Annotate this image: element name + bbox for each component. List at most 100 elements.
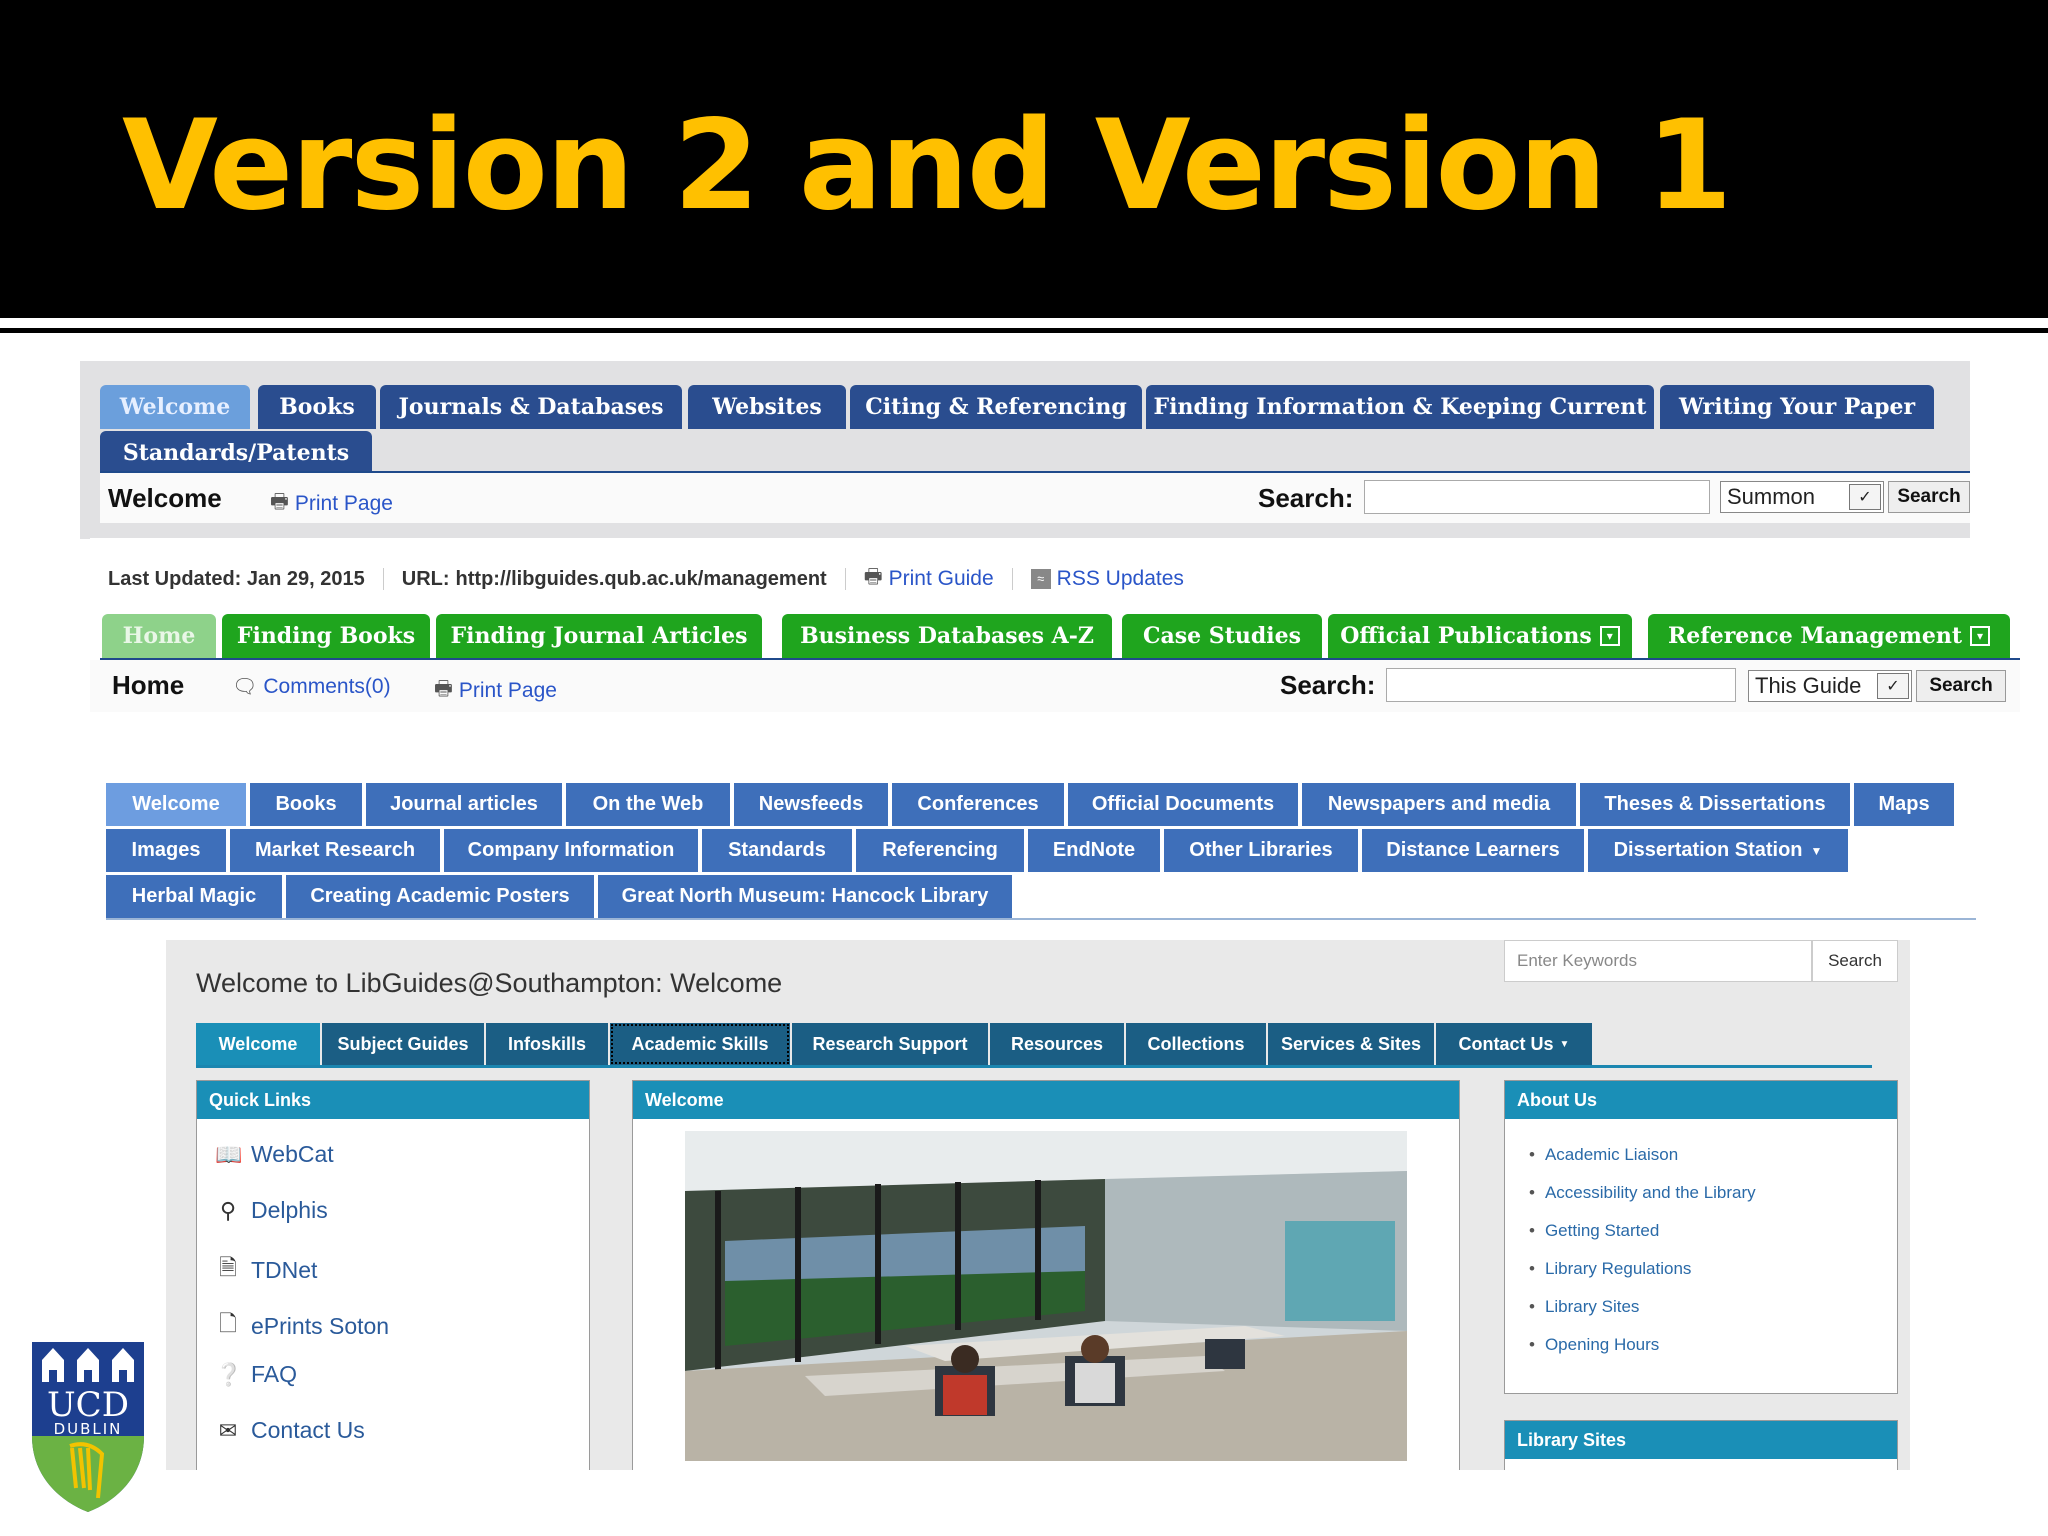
quick-link-webcat[interactable]: 📖 WebCat	[215, 1141, 334, 1168]
print-guide-link[interactable]: 🖶 Print Guide	[864, 562, 994, 596]
tab-official-publications-label: Official Publications	[1340, 623, 1592, 649]
tab-books[interactable]: Books	[258, 385, 376, 429]
dropdown-icon: ▾	[1599, 626, 1620, 646]
quick-link-contact-us[interactable]: ✉ Contact Us	[215, 1417, 365, 1444]
divider	[844, 568, 846, 590]
tab-standards-patents[interactable]: Standards/Patents	[100, 431, 372, 475]
keyword-search-input[interactable]: Enter Keywords	[1504, 940, 1812, 982]
caret-down-icon: ▼	[1810, 843, 1823, 858]
quick-link-tdnet[interactable]: 🗎 TDNet	[215, 1251, 317, 1289]
tab-journal-articles[interactable]: Journal articles	[366, 783, 562, 826]
tab-case-studies[interactable]: Case Studies	[1122, 614, 1322, 658]
tab-business-databases[interactable]: Business Databases A-Z	[782, 614, 1112, 658]
search-button[interactable]: Search	[1888, 481, 1970, 513]
quick-link-eprints[interactable]: 🗋 ePrints Soton	[215, 1307, 389, 1345]
about-link-opening-hours[interactable]: • Opening Hours	[1529, 1335, 1659, 1355]
tab-welcome[interactable]: Welcome	[106, 783, 246, 826]
quick-link-label: Contact Us	[251, 1417, 365, 1443]
rss-icon: ≈	[1030, 569, 1051, 589]
panel-heading: About Us	[1505, 1081, 1897, 1119]
tab-books[interactable]: Books	[250, 783, 362, 826]
tab-endnote[interactable]: EndNote	[1028, 829, 1160, 872]
tab-websites[interactable]: Websites	[688, 385, 846, 429]
tab-creating-academic-posters[interactable]: Creating Academic Posters	[286, 875, 594, 918]
bullet: •	[1529, 1335, 1535, 1354]
comments-link[interactable]: 🗨 Comments(0)	[232, 674, 391, 699]
about-link-academic-liaison[interactable]: • Academic Liaison	[1529, 1145, 1678, 1165]
tab-research-support[interactable]: Research Support	[792, 1023, 988, 1065]
tab-theses-dissertations[interactable]: Theses & Dissertations	[1580, 783, 1850, 826]
tab-welcome[interactable]: Welcome	[196, 1023, 320, 1065]
bullet: •	[1529, 1145, 1535, 1164]
tab-underline	[106, 918, 1976, 920]
tab-finding-books[interactable]: Finding Books	[222, 614, 430, 658]
last-updated: Last Updated: Jan 29, 2015	[108, 567, 365, 590]
tab-company-information[interactable]: Company Information	[444, 829, 698, 872]
tab-subject-guides[interactable]: Subject Guides	[322, 1023, 484, 1065]
print-page-label: Print Page	[458, 679, 557, 702]
tab-newsfeeds[interactable]: Newsfeeds	[734, 783, 888, 826]
tab-official-documents[interactable]: Official Documents	[1068, 783, 1298, 826]
comments-label: Comments(0)	[263, 674, 391, 698]
print-page-label: Print Page	[294, 492, 393, 515]
tab-journals-databases[interactable]: Journals & Databases	[380, 385, 682, 429]
tab-resources[interactable]: Resources	[990, 1023, 1124, 1065]
tab-services-sites[interactable]: Services & Sites	[1268, 1023, 1434, 1065]
about-link-label: Academic Liaison	[1544, 1145, 1679, 1164]
about-link-getting-started[interactable]: • Getting Started	[1529, 1221, 1659, 1241]
bullet: •	[1529, 1221, 1535, 1240]
tab-academic-skills[interactable]: Academic Skills	[610, 1023, 790, 1065]
tab-collections[interactable]: Collections	[1126, 1023, 1266, 1065]
quick-link-label: Delphis	[251, 1197, 328, 1223]
quick-link-label: WebCat	[251, 1141, 334, 1167]
url-value: http://libguides.qub.ac.uk/management	[455, 567, 827, 590]
page-title: Welcome	[108, 483, 222, 513]
tab-market-research[interactable]: Market Research	[230, 829, 440, 872]
tab-official-publications[interactable]: Official Publications ▾	[1328, 614, 1632, 658]
tab-referencing[interactable]: Referencing	[856, 829, 1024, 872]
tab-maps[interactable]: Maps	[1854, 783, 1954, 826]
tab-home[interactable]: Home	[102, 614, 216, 658]
bullet: •	[1529, 1259, 1535, 1278]
search-input[interactable]	[1386, 668, 1736, 702]
about-link-library-sites[interactable]: • Library Sites	[1529, 1297, 1639, 1317]
print-page-link[interactable]: 🖶 Print Page	[270, 487, 393, 521]
tab-dissertation-station[interactable]: Dissertation Station ▼	[1588, 829, 1848, 872]
tab-welcome[interactable]: Welcome	[100, 385, 250, 429]
printer-icon: 🖶	[434, 678, 453, 700]
tab-images[interactable]: Images	[106, 829, 226, 872]
tab-great-north-museum[interactable]: Great North Museum: Hancock Library	[598, 875, 1012, 918]
rss-updates-link[interactable]: ≈ RSS Updates	[1030, 567, 1184, 591]
tab-on-the-web[interactable]: On the Web	[566, 783, 730, 826]
search-scope-select[interactable]: Summon ✓	[1720, 481, 1884, 513]
search-button[interactable]: Search	[1812, 940, 1898, 982]
search-scope-select[interactable]: This Guide ✓	[1748, 670, 1912, 702]
comment-icon: 🗨	[232, 676, 258, 698]
search-label: Search:	[1280, 670, 1376, 700]
tab-finding-information[interactable]: Finding Information & Keeping Current	[1146, 385, 1654, 429]
tab-conferences[interactable]: Conferences	[892, 783, 1064, 826]
url-label: URL:	[401, 567, 450, 590]
tab-underline	[196, 1065, 1872, 1068]
tab-standards[interactable]: Standards	[702, 829, 852, 872]
quick-link-faq[interactable]: ❔ FAQ	[215, 1361, 297, 1388]
tab-writing-your-paper[interactable]: Writing Your Paper	[1660, 385, 1934, 429]
about-link-library-regulations[interactable]: • Library Regulations	[1529, 1259, 1691, 1279]
tab-finding-journal-articles[interactable]: Finding Journal Articles	[436, 614, 762, 658]
quick-link-delphis[interactable]: ⚲ Delphis	[215, 1197, 328, 1224]
search-input[interactable]	[1364, 480, 1710, 514]
about-link-label: Accessibility and the Library	[1544, 1183, 1756, 1202]
tab-contact-us[interactable]: Contact Us ▼	[1436, 1023, 1592, 1065]
about-link-accessibility[interactable]: • Accessibility and the Library	[1529, 1183, 1756, 1203]
tab-newspapers-media[interactable]: Newspapers and media	[1302, 783, 1576, 826]
printer-icon: 🖶	[863, 566, 883, 588]
tab-other-libraries[interactable]: Other Libraries	[1164, 829, 1358, 872]
tab-herbal-magic[interactable]: Herbal Magic	[106, 875, 282, 918]
tab-infoskills[interactable]: Infoskills	[486, 1023, 608, 1065]
print-page-link[interactable]: 🖶 Print Page	[434, 674, 557, 708]
search-button[interactable]: Search	[1916, 670, 2006, 702]
quick-link-label: TDNet	[251, 1256, 318, 1283]
tab-reference-management[interactable]: Reference Management ▾	[1648, 614, 2010, 658]
tab-distance-learners[interactable]: Distance Learners	[1362, 829, 1584, 872]
tab-citing-referencing[interactable]: Citing & Referencing	[850, 385, 1142, 429]
